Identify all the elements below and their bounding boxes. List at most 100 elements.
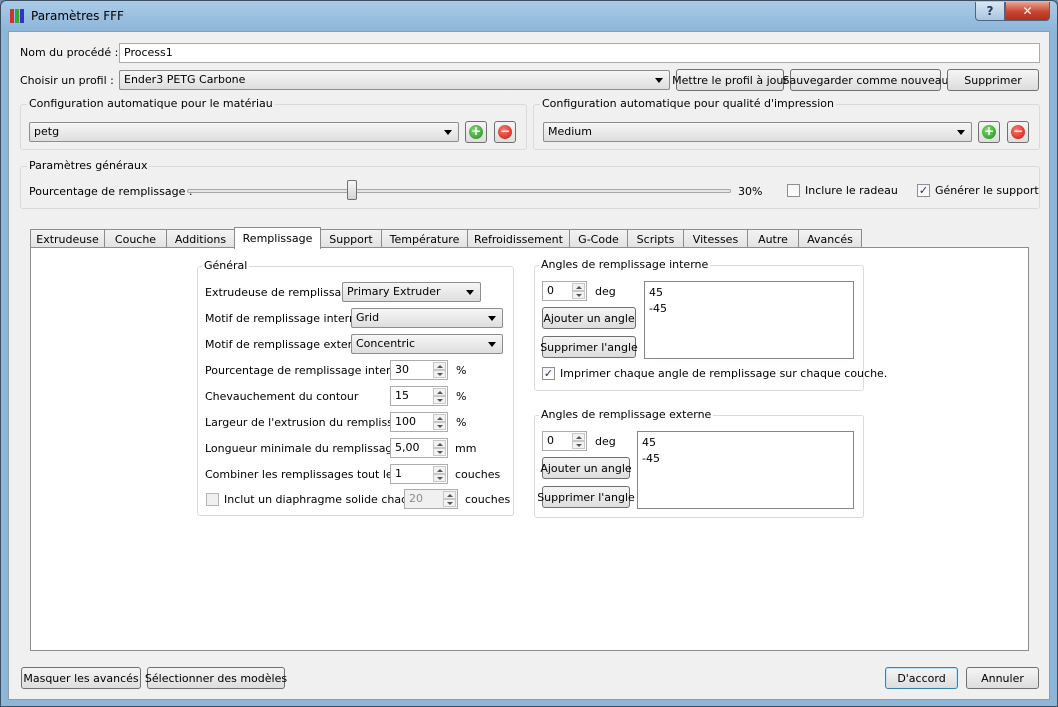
internal-pattern-label: Motif de remplissage interne xyxy=(205,312,363,325)
external-angles-title: Angles de remplissage externe xyxy=(539,408,714,421)
combine-label: Combiner les remplissages tout les xyxy=(205,468,399,481)
help-button[interactable]: ? xyxy=(975,2,1005,21)
raft-checkbox[interactable] xyxy=(787,184,800,197)
tab-remplissage[interactable]: Remplissage xyxy=(234,227,321,249)
spin-up-icon[interactable] xyxy=(433,362,446,370)
remove-material-button[interactable]: − xyxy=(494,121,516,143)
ok-button[interactable]: D'accord xyxy=(885,667,958,689)
tab-avances[interactable]: Avancés xyxy=(798,229,862,248)
spin-down-icon[interactable] xyxy=(433,474,446,482)
select-models-button[interactable]: Sélectionner des modèles xyxy=(145,667,287,689)
tab-vitesses[interactable]: Vitesses xyxy=(683,229,748,248)
spin-up-icon[interactable] xyxy=(572,283,585,291)
infill-tab-panel: Général Extrudeuse de remplissage Primar… xyxy=(30,247,1029,651)
save-new-profile-button[interactable]: Sauvegarder comme nouveau xyxy=(783,69,948,91)
spin-down-icon[interactable] xyxy=(572,291,585,299)
title-bar[interactable]: Paramètres FFF ? ✕ xyxy=(1,1,1057,31)
external-angle-spinbox[interactable]: 0 xyxy=(542,431,587,451)
overlap-unit: % xyxy=(456,390,467,403)
extrusion-width-value: 100 xyxy=(395,415,416,428)
print-each-angle-checkbox[interactable]: ✓ xyxy=(542,367,555,380)
spin-down-icon[interactable] xyxy=(572,441,585,449)
external-add-angle-button[interactable]: Ajouter un angle xyxy=(540,457,632,479)
diaphragm-spinbox[interactable]: 20 xyxy=(404,489,458,509)
spin-down-icon[interactable] xyxy=(433,448,446,456)
list-item[interactable]: 45 xyxy=(642,435,849,451)
add-quality-button[interactable]: + xyxy=(978,121,1000,143)
spin-up-icon[interactable] xyxy=(433,466,446,474)
auto-quality-title: Configuration automatique pour qualité d… xyxy=(540,97,837,110)
chevron-down-icon xyxy=(488,316,496,321)
internal-remove-angle-button[interactable]: Supprimer l'angle xyxy=(540,336,638,358)
tab-temperature[interactable]: Température xyxy=(381,229,468,248)
cancel-button[interactable]: Annuler xyxy=(966,667,1039,689)
internal-angle-value: 0 xyxy=(547,284,554,297)
material-select[interactable]: petg xyxy=(29,122,459,142)
external-pattern-select[interactable]: Concentric xyxy=(351,334,503,354)
raft-label: Inclure le radeau xyxy=(805,184,898,197)
internal-pattern-select[interactable]: Grid xyxy=(351,308,503,328)
spin-down-icon[interactable] xyxy=(433,422,446,430)
quality-select[interactable]: Medium xyxy=(543,122,972,142)
material-select-value: petg xyxy=(34,125,60,138)
diaphragm-checkbox[interactable] xyxy=(206,493,219,506)
internal-angles-list[interactable]: 45 -45 xyxy=(644,281,854,359)
list-item[interactable]: -45 xyxy=(649,301,849,317)
spin-up-icon[interactable] xyxy=(572,433,585,441)
diaphragm-label: Inclut un diaphragme solide chaque xyxy=(224,493,422,506)
close-button[interactable]: ✕ xyxy=(1005,2,1050,21)
min-length-unit: mm xyxy=(455,442,477,455)
list-item[interactable]: -45 xyxy=(642,451,849,467)
chevron-down-icon xyxy=(655,78,663,83)
spin-up-icon[interactable] xyxy=(433,440,446,448)
tab-extrudeuse[interactable]: Extrudeuse xyxy=(30,229,105,248)
infill-slider-track[interactable] xyxy=(187,189,731,193)
infill-extruder-select[interactable]: Primary Extruder xyxy=(342,282,481,302)
infill-slider-thumb[interactable] xyxy=(347,180,357,200)
process-name-label: Nom du procédé : xyxy=(20,46,119,59)
internal-add-angle-button[interactable]: Ajouter un angle xyxy=(542,307,636,329)
remove-quality-button[interactable]: − xyxy=(1007,121,1029,143)
overlap-spinbox[interactable]: 15 xyxy=(390,386,448,406)
chevron-down-icon xyxy=(957,130,965,135)
spin-up-icon[interactable] xyxy=(443,491,456,499)
tab-gcode[interactable]: G-Code xyxy=(569,229,628,248)
minus-circle-icon: − xyxy=(1011,124,1025,139)
spin-down-icon[interactable] xyxy=(443,499,456,507)
infill-general-title: Général xyxy=(202,259,250,272)
update-profile-button[interactable]: Mettre le profil à jour xyxy=(672,69,788,91)
tab-support[interactable]: Support xyxy=(320,229,382,248)
internal-percent-value: 30 xyxy=(395,363,409,376)
delete-profile-button[interactable]: Supprimer xyxy=(947,69,1039,91)
tab-autre[interactable]: Autre xyxy=(747,229,799,248)
process-name-input[interactable]: Process1 xyxy=(119,43,1040,63)
infill-extruder-label: Extrudeuse de remplissage xyxy=(205,286,356,299)
tab-scripts[interactable]: Scripts xyxy=(627,229,684,248)
internal-angle-spinbox[interactable]: 0 xyxy=(542,281,587,301)
internal-percent-spinbox[interactable]: 30 xyxy=(390,360,448,380)
add-material-button[interactable]: + xyxy=(465,121,487,143)
external-angles-list[interactable]: 45 -45 xyxy=(637,431,854,509)
tab-couche[interactable]: Couche xyxy=(104,229,167,248)
list-item[interactable]: 45 xyxy=(649,285,849,301)
internal-percent-unit: % xyxy=(456,364,467,377)
overlap-value: 15 xyxy=(395,389,409,402)
spin-down-icon[interactable] xyxy=(433,396,446,404)
hide-advanced-button[interactable]: Masquer les avancés xyxy=(21,667,141,689)
plus-circle-icon: + xyxy=(982,124,996,139)
spin-down-icon[interactable] xyxy=(433,370,446,378)
tab-additions[interactable]: Additions xyxy=(166,229,235,248)
extrusion-width-spinbox[interactable]: 100 xyxy=(390,412,448,432)
spin-up-icon[interactable] xyxy=(433,388,446,396)
profile-select[interactable]: Ender3 PETG Carbone xyxy=(119,70,670,90)
support-label: Générer le support xyxy=(935,184,1039,197)
min-length-spinbox[interactable]: 5,00 xyxy=(390,438,448,458)
overlap-label: Chevauchement du contour xyxy=(205,390,359,403)
combine-spinbox[interactable]: 1 xyxy=(390,464,448,484)
quality-select-value: Medium xyxy=(548,125,592,138)
support-checkbox[interactable]: ✓ xyxy=(917,184,930,197)
external-remove-angle-button[interactable]: Supprimer l'angle xyxy=(537,486,635,508)
tab-refroidissement[interactable]: Refroidissement xyxy=(467,229,570,248)
spin-up-icon[interactable] xyxy=(433,414,446,422)
min-length-value: 5,00 xyxy=(395,441,420,454)
